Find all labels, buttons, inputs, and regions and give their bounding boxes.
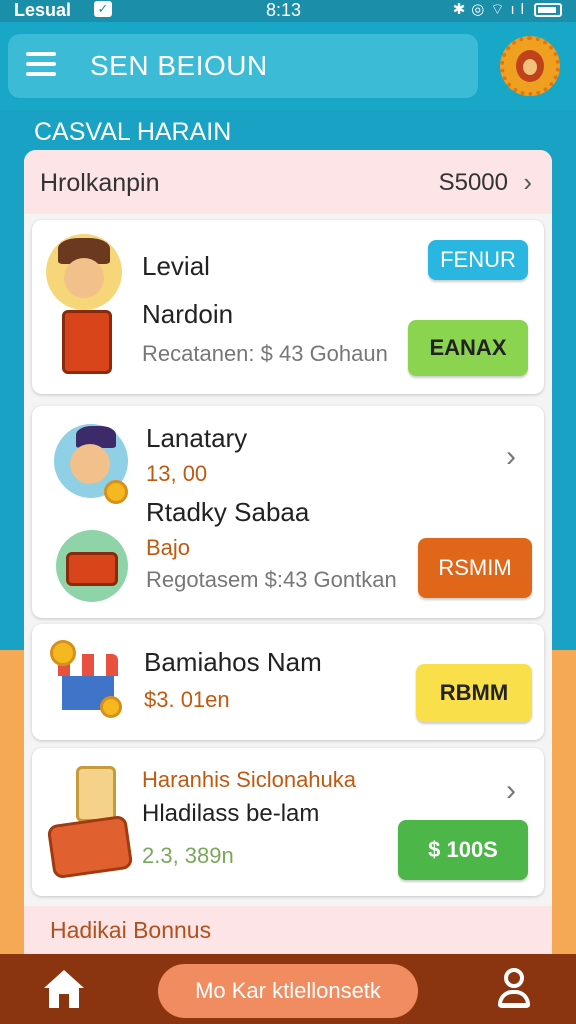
card-2-detail: Regotasem $:43 Gontkan [146,567,397,592]
clock: 8:13 [266,0,302,20]
card-3-price: $3. 01en [144,687,230,712]
chevron-right-icon[interactable]: › [506,440,516,474]
card-1-tag[interactable]: FENUR [428,240,528,280]
card-4-title: Haranhis Siclonahuka [142,767,357,792]
notification-check-icon: ✓ [94,1,112,17]
menu-icon[interactable] [26,52,56,80]
card-1-button[interactable]: EANAX [408,320,528,376]
app-header-bar: SEN BEIOUN [8,34,478,98]
card-4-detail: 2.3, 389n [142,843,234,868]
card-1-title: Levial [142,251,210,281]
section-title: CASVAL HARAIN [34,118,232,146]
card-3-button[interactable]: RBMM [416,664,532,722]
card-2-title: Lanatary [146,423,248,453]
app-header: SEN BEIOUN [0,22,576,110]
chevron-right-icon[interactable]: › [523,167,532,197]
bonus-footer-label: Hadikai Bonnus [50,917,212,943]
panel-header-name: Hrolkanpin [40,169,160,197]
offer-card-4[interactable]: Haranhis Siclonahuka Hladilass be-lam 2.… [32,748,544,896]
offer-card-1[interactable]: Levial Nardoin Recatanen: $ 43 Gohaun FE… [32,220,544,394]
coin-icon [104,480,128,504]
chevron-right-icon[interactable]: › [506,774,516,808]
card-1-detail: Recatanen: $ 43 Gohaun [142,341,388,366]
home-icon[interactable] [44,970,84,1010]
gift-box-icon [62,310,112,374]
card-3-title: Bamiahos Nam [144,647,322,677]
bonus-footer[interactable]: Hadikai Bonnus [24,906,552,956]
bottom-nav: Mo Kar ktlellonsetk [0,954,576,1024]
battery-icon [534,3,562,17]
bottom-cta-button[interactable]: Mo Kar ktlellonsetk [158,964,418,1018]
carrier-label: Lesual [14,0,72,20]
card-2-title-2: Rtadky Sabaa [146,497,310,527]
bonus-pouch-icon [46,762,136,882]
offer-card-2[interactable]: Lanatary 13, 00 Rtadky Sabaa Bajo Regota… [32,406,544,618]
status-icons: ✱◎⌔ıl [452,1,530,18]
card-2-button[interactable]: RSMIM [418,538,532,598]
card-2-price: 13, 00 [146,461,208,486]
shop-icon [50,640,126,720]
card-1-subtitle: Nardoin [142,299,234,329]
card-4-button[interactable]: $ 100S [398,820,528,880]
card-4-subtitle: Hladilass be-lam [142,800,320,827]
panel-header[interactable]: Hrolkanpin S5000 › [24,150,552,214]
offer-card-3[interactable]: Bamiahos Nam $3. 01en RBMM [32,624,544,740]
user-icon[interactable] [496,968,532,1012]
app-title: SEN BEIOUN [90,50,268,81]
offers-panel: Hrolkanpin S5000 › Levial Nardoin Recata… [24,150,552,956]
panel-header-amount: S5000 [438,169,508,196]
status-bar: Lesual ✓ 8:13 ✱◎⌔ıl [0,0,576,22]
card-2-price-2: Bajo [146,535,191,560]
avatar-badge-icon[interactable] [500,36,560,96]
character-avatar-icon [46,234,122,310]
shop-sign-icon [56,530,128,602]
